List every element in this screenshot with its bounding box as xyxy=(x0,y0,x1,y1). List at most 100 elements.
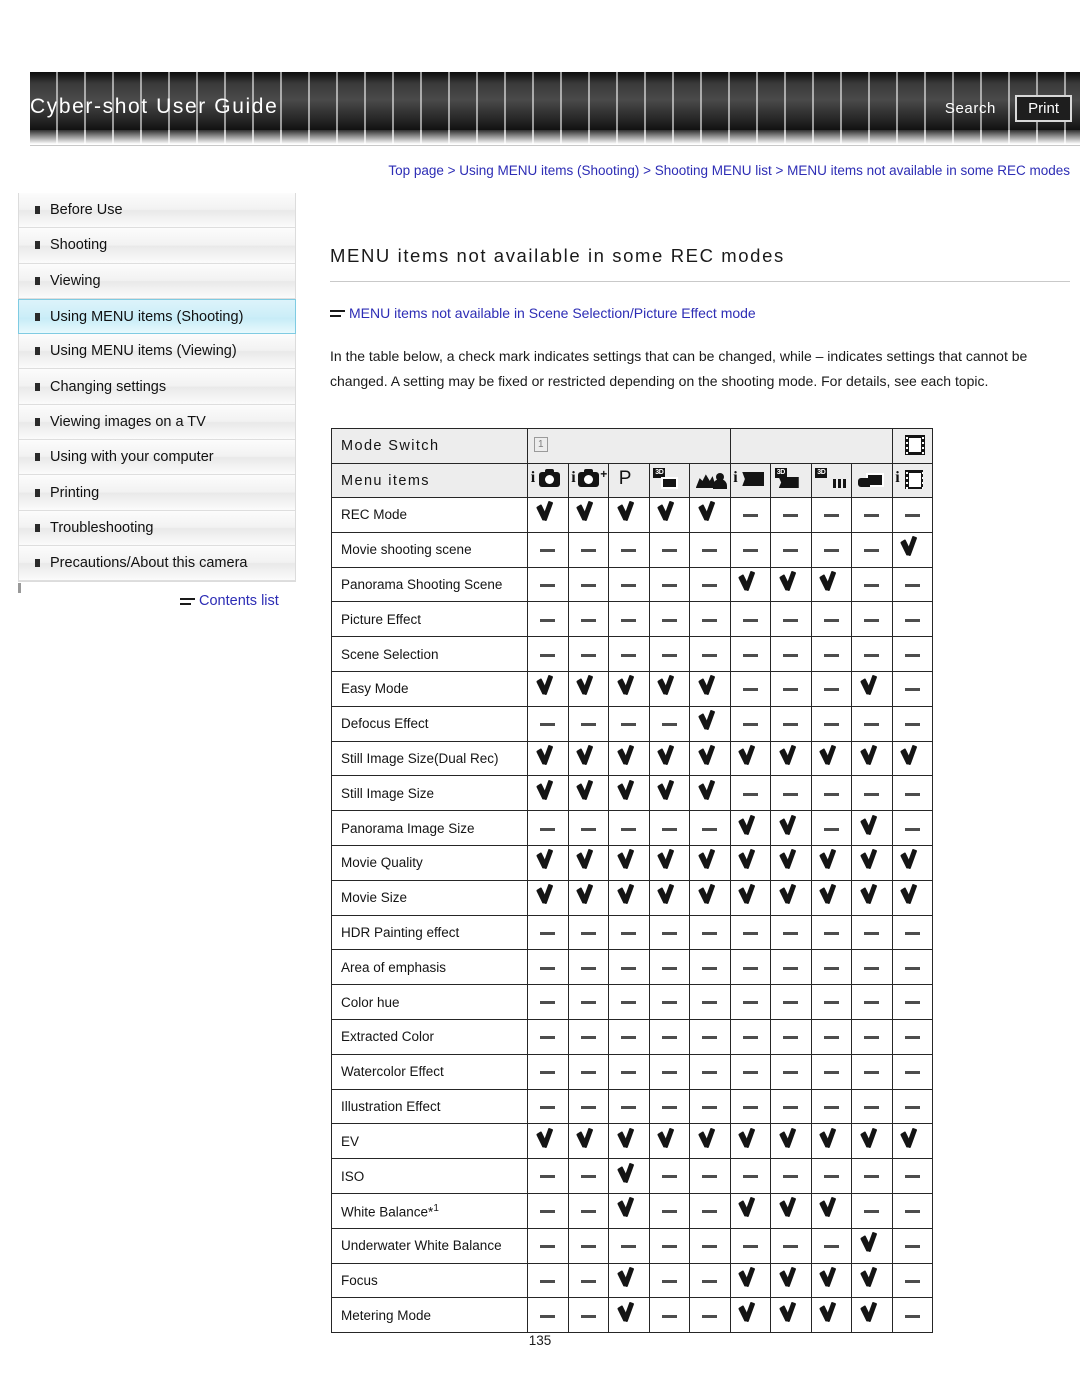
cell-available xyxy=(729,1262,771,1299)
print-button[interactable]: Print xyxy=(1015,95,1072,122)
sidebar-item-changing-settings[interactable]: Changing settings xyxy=(19,369,295,405)
sidebar-item-before-use[interactable]: Before Use xyxy=(19,193,295,229)
cell-unavailable xyxy=(810,601,852,638)
cell-unavailable xyxy=(527,705,569,742)
cell-unavailable xyxy=(891,810,933,846)
cell-unavailable xyxy=(689,914,731,951)
cell-available xyxy=(770,810,812,846)
check-icon xyxy=(861,1233,883,1255)
cell-unavailable xyxy=(851,531,893,568)
dash-icon xyxy=(864,931,880,935)
cell-unavailable xyxy=(729,775,771,812)
search-button[interactable]: Search xyxy=(945,100,996,117)
dash-icon xyxy=(864,1036,880,1040)
check-icon xyxy=(861,850,883,872)
mode-availability-table: Mode Switch 1 Menu items i i + P 3D i 3D… xyxy=(331,428,933,1334)
dash-icon xyxy=(661,1314,677,1318)
row-label: Scene Selection xyxy=(331,636,528,672)
dash-icon xyxy=(702,1210,718,1214)
sidebar-item-using-menu-items-shooting[interactable]: Using MENU items (Shooting) xyxy=(18,298,296,335)
dash-icon xyxy=(864,1105,880,1109)
cell-unavailable xyxy=(729,1018,771,1055)
cell-unavailable xyxy=(770,1018,812,1055)
contents-list-link[interactable]: Contents list xyxy=(180,593,279,609)
check-icon xyxy=(537,850,559,872)
cell-unavailable xyxy=(527,949,569,986)
dash-icon xyxy=(823,653,839,657)
row-label: Defocus Effect xyxy=(331,705,528,742)
cell-unavailable xyxy=(527,601,569,638)
column-header-3d-still-image: 3D xyxy=(648,463,690,498)
superior-auto-icon: i + xyxy=(571,467,608,487)
breadcrumb[interactable]: Top page > Using MENU items (Shooting) >… xyxy=(330,160,1070,182)
cell-unavailable xyxy=(891,636,933,672)
sidebar-item-troubleshooting[interactable]: Troubleshooting xyxy=(19,510,295,546)
dash-icon xyxy=(864,792,880,796)
dash-icon xyxy=(661,583,677,587)
cell-available xyxy=(527,740,569,777)
row-label: Extracted Color xyxy=(331,1018,528,1055)
cell-unavailable xyxy=(567,1088,609,1125)
related-topic-link[interactable]: MENU items not available in Scene Select… xyxy=(330,305,756,321)
check-icon xyxy=(901,1129,923,1151)
cell-unavailable xyxy=(770,636,812,672)
check-icon xyxy=(861,1303,883,1325)
cell-available xyxy=(810,1123,852,1160)
cell-available xyxy=(851,1297,893,1334)
cell-unavailable xyxy=(810,810,852,846)
sidebar-item-label: Using MENU items (Shooting) xyxy=(50,308,244,325)
cell-unavailable xyxy=(851,1192,893,1229)
cell-available xyxy=(810,879,852,916)
cell-unavailable xyxy=(770,984,812,1020)
cell-unavailable xyxy=(608,531,650,568)
cell-unavailable xyxy=(770,497,812,533)
cell-unavailable xyxy=(527,810,569,846)
check-icon xyxy=(618,1303,640,1325)
cell-available xyxy=(527,844,569,881)
dash-icon xyxy=(540,931,556,935)
sidebar-item-precautions-about-this-camera[interactable]: Precautions/About this camera xyxy=(19,545,295,582)
dash-icon xyxy=(783,723,799,727)
dash-icon xyxy=(742,792,758,796)
cell-unavailable xyxy=(689,1053,731,1090)
sidebar-item-viewing[interactable]: Viewing xyxy=(19,263,295,299)
check-icon xyxy=(739,572,761,594)
table-row: Illustration Effect xyxy=(331,1088,933,1125)
dash-icon xyxy=(621,966,637,970)
cell-available xyxy=(729,566,771,603)
sidebar-item-printing[interactable]: Printing xyxy=(19,475,295,511)
sidebar-item-using-with-your-computer[interactable]: Using with your computer xyxy=(19,440,295,476)
sidebar-item-viewing-images-on-a-tv[interactable]: Viewing images on a TV xyxy=(19,404,295,441)
cell-available xyxy=(608,740,650,777)
check-icon xyxy=(577,676,599,698)
dash-icon xyxy=(823,549,839,553)
cell-unavailable xyxy=(851,1018,893,1055)
cell-unavailable xyxy=(810,497,852,533)
sidebar-item-shooting[interactable]: Shooting xyxy=(19,228,295,264)
dash-icon xyxy=(621,583,637,587)
cell-available xyxy=(810,844,852,881)
dash-icon xyxy=(783,1036,799,1040)
dash-icon xyxy=(580,583,596,587)
cell-unavailable xyxy=(608,636,650,672)
sidebar-item-using-menu-items-viewing[interactable]: Using MENU items (Viewing) xyxy=(19,334,295,370)
row-label: REC Mode xyxy=(331,497,528,533)
cell-unavailable xyxy=(810,636,852,672)
check-icon xyxy=(901,537,923,559)
cell-available xyxy=(648,740,690,777)
dash-icon xyxy=(661,1279,677,1283)
cell-available xyxy=(608,844,650,881)
cell-unavailable xyxy=(608,601,650,638)
check-icon xyxy=(861,676,883,698)
row-label: Underwater White Balance xyxy=(331,1227,528,1264)
cell-unavailable xyxy=(567,1158,609,1194)
cell-unavailable xyxy=(608,1053,650,1090)
dash-icon xyxy=(823,1245,839,1249)
table-row: Underwater White Balance xyxy=(331,1227,933,1264)
cell-unavailable xyxy=(608,810,650,846)
table-row: White Balance*1 xyxy=(331,1192,933,1229)
dash-icon xyxy=(904,966,920,970)
dash-icon xyxy=(783,1001,799,1005)
dash-icon xyxy=(904,1279,920,1283)
bullet-icon xyxy=(35,241,40,250)
